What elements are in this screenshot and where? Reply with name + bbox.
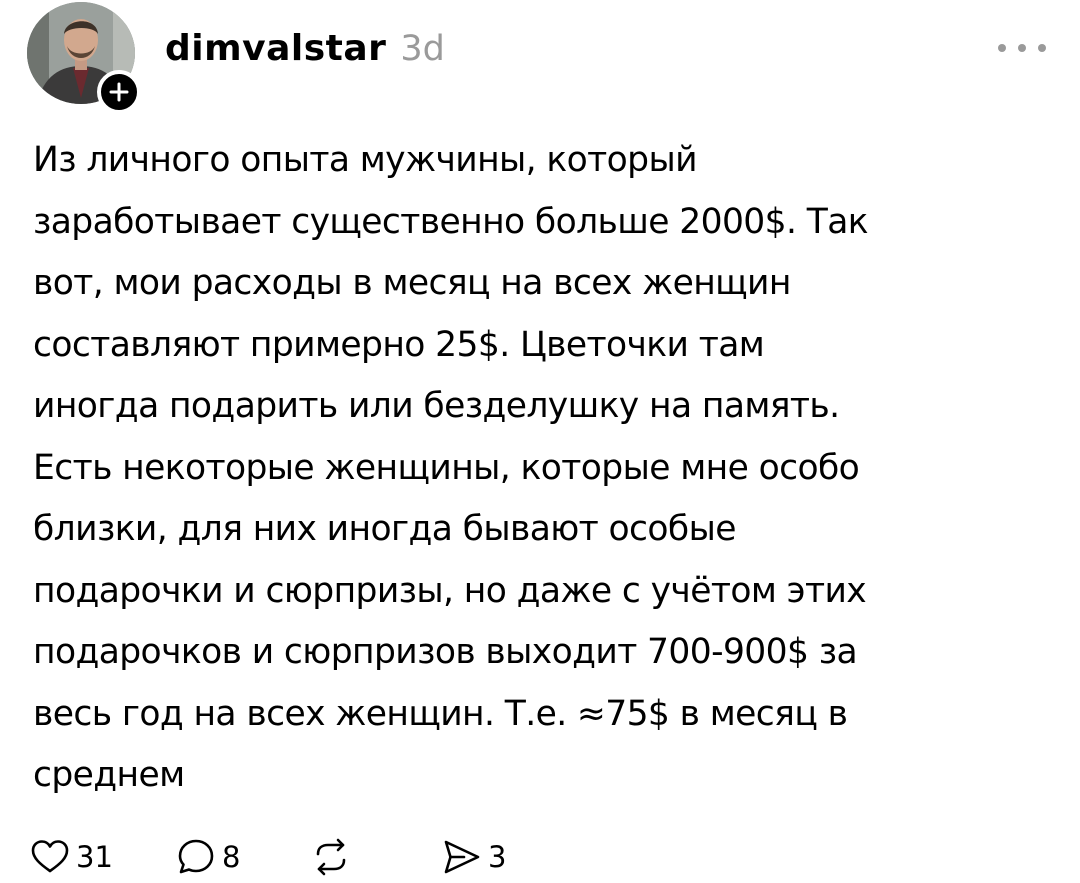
username[interactable]: dimvalstar [165,28,386,69]
post-text-line: подарочков и сюрпризов выходит 700-900$ … [33,632,858,672]
plus-icon [109,82,129,102]
post-text-line: вот, мои расходы в месяц на всех женщин [33,263,791,303]
post-text-line: среднем [33,755,185,795]
repost-button[interactable] [310,832,358,882]
ellipsis-dot [1038,44,1046,52]
post-body: Из личного опыта мужчины, который зарабо… [33,130,1043,807]
ellipsis-dot [1018,44,1026,52]
reply-button[interactable]: 8 [176,832,240,882]
post-text-line: близки, для них иногда бывают особые [33,509,736,549]
share-count: 3 [488,840,507,874]
follow-button[interactable] [97,70,141,114]
heart-icon [31,840,69,873]
post-text-line: иногда подарить или безделушку на память… [33,386,840,426]
post-timestamp: 3d [400,29,445,69]
speech-bubble-icon [178,839,214,874]
more-options-button[interactable] [998,32,1046,64]
post-text-line: Есть некоторые женщины, которые мне особ… [33,447,860,488]
post-text-line: заработывает существенно больше 2000$. Т… [33,201,869,242]
post-text-line: подарочки и сюрпризы, но даже с учётом э… [33,570,867,611]
post-text-line: Из личного опыта мужчины, который [33,140,698,180]
like-button[interactable]: 31 [30,832,113,882]
thread-post: dimvalstar 3d Из личного опыта мужчины, … [0,0,1080,883]
repost-arrows-icon [316,838,346,876]
post-header: dimvalstar 3d [165,28,445,76]
ellipsis-icon [998,44,1006,52]
like-count: 31 [76,840,113,874]
share-button[interactable]: 3 [442,832,506,882]
post-text-line: составляют примерно 25$. Цветочки там [33,324,765,365]
post-text-line: весь год на всех женщин. Т.е. ≈75$ в мес… [33,693,848,734]
send-arrow-icon [444,840,480,874]
reply-count: 8 [222,840,241,874]
